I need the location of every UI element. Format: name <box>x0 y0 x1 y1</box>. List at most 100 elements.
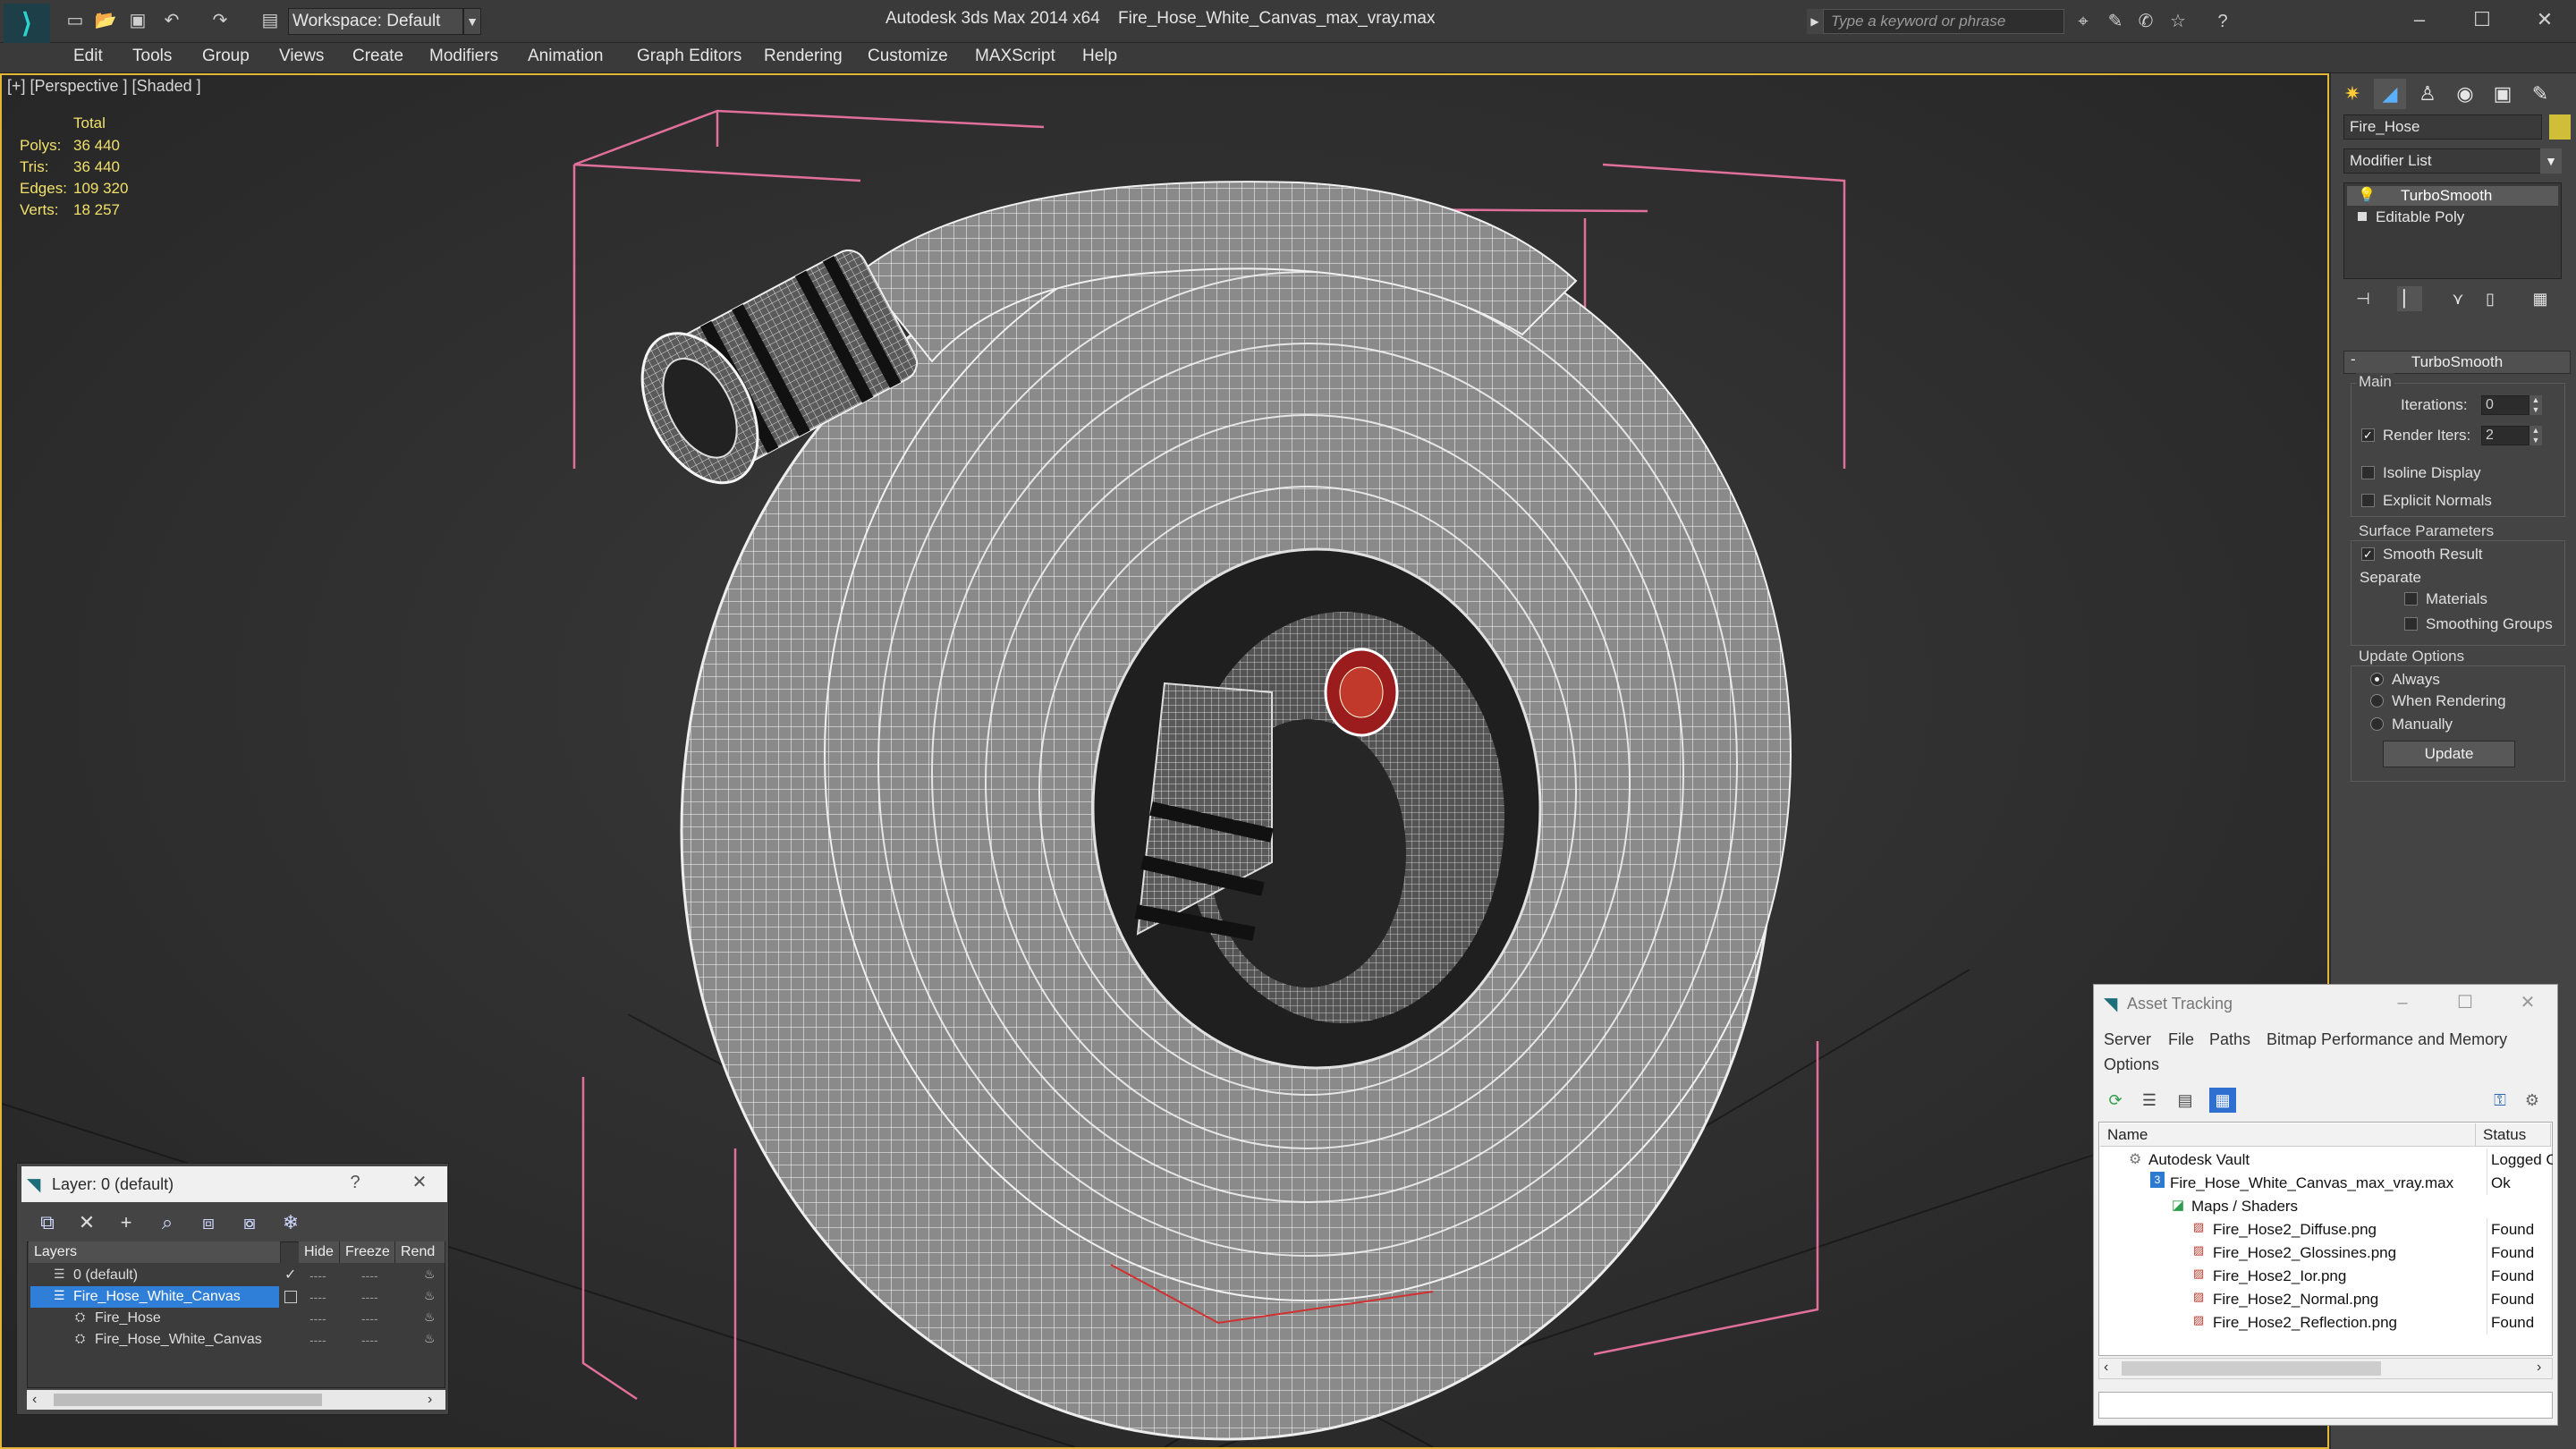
scrollbar-thumb[interactable] <box>2122 1361 2381 1376</box>
scroll-right-icon[interactable]: › <box>2537 1360 2541 1376</box>
help-icon[interactable]: ? <box>2209 9 2236 34</box>
asset-close-button[interactable]: ✕ <box>2510 989 2546 1016</box>
menu-customize[interactable]: Customize <box>868 47 948 66</box>
select-objects-icon[interactable]: ⌕ <box>152 1209 182 1236</box>
scrollbar-thumb[interactable] <box>54 1394 322 1406</box>
asset-name[interactable]: Fire_Hose2_Diffuse.png <box>2213 1218 2377 1241</box>
hierarchy-tab-icon[interactable]: ♙ <box>2411 79 2444 109</box>
freeze-toggle[interactable]: ---- <box>361 1290 378 1304</box>
column-header-hide[interactable]: Hide <box>299 1241 340 1263</box>
viewport-label[interactable]: [+] [Perspective ] [Shaded ] <box>7 77 201 96</box>
explicit-normals-checkbox[interactable] <box>2361 494 2375 507</box>
workspace-selector[interactable]: Workspace: Default <box>288 8 463 35</box>
freeze-toggle[interactable]: ---- <box>361 1311 378 1326</box>
render-teapot-icon[interactable]: ♨ <box>424 1267 436 1282</box>
save-file-icon[interactable]: ▣ <box>125 9 150 32</box>
freeze-all-icon[interactable]: ❄ <box>275 1209 306 1236</box>
new-file-icon[interactable]: ▭ <box>63 9 88 32</box>
redo-icon[interactable]: ↷ <box>208 9 233 32</box>
asset-menu-options[interactable]: Options <box>2104 1055 2159 1074</box>
column-header-status[interactable]: Status <box>2476 1123 2551 1147</box>
current-layer-box[interactable] <box>284 1291 297 1303</box>
scroll-right-icon[interactable]: › <box>428 1392 432 1408</box>
turbosmooth-rollout-header[interactable]: TurboSmooth <box>2343 351 2571 374</box>
layer-help-button[interactable]: ? <box>342 1172 369 1193</box>
menu-help[interactable]: Help <box>1082 47 1117 66</box>
maximize-button[interactable]: ☐ <box>2451 4 2513 36</box>
render-teapot-icon[interactable]: ♨ <box>424 1288 436 1303</box>
hide-all-icon[interactable]: ⧇ <box>234 1209 265 1236</box>
smoothing-groups-checkbox[interactable] <box>2404 617 2418 631</box>
menu-rendering[interactable]: Rendering <box>764 47 843 66</box>
collapse-icon[interactable]: - <box>2351 351 2356 369</box>
favorites-star-icon[interactable]: ☆ <box>2165 9 2191 34</box>
asset-name[interactable]: Fire_Hose2_Glossines.png <box>2213 1241 2396 1265</box>
asset-menu-paths[interactable]: Paths <box>2209 1030 2250 1049</box>
display-tab-icon[interactable]: ▣ <box>2487 79 2519 109</box>
freeze-toggle[interactable]: ---- <box>361 1333 378 1347</box>
asset-name[interactable]: Fire_Hose2_Normal.png <box>2213 1288 2378 1311</box>
isoline-checkbox[interactable] <box>2361 466 2375 479</box>
asset-name[interactable]: Maps / Shaders <box>2191 1195 2298 1218</box>
menu-create[interactable]: Create <box>352 47 403 66</box>
update-button[interactable]: Update <box>2383 741 2515 767</box>
minimize-button[interactable]: – <box>2388 4 2451 36</box>
render-teapot-icon[interactable]: ♨ <box>424 1331 436 1346</box>
search-input[interactable]: Type a keyword or phrase <box>1823 9 2064 34</box>
manually-radio[interactable] <box>2370 717 2384 731</box>
object-name-field[interactable]: Fire_Hose <box>2343 114 2542 140</box>
smooth-result-checkbox[interactable]: ✓ <box>2361 547 2375 561</box>
object-name[interactable]: Fire_Hose <box>95 1308 161 1329</box>
highlight-layer-icon[interactable]: ⧈ <box>193 1209 224 1236</box>
spinner-arrows-icon[interactable]: ▲ ▼ <box>2529 426 2542 445</box>
modifier-list-dropdown[interactable]: Modifier List <box>2343 148 2562 174</box>
chevron-down-icon[interactable]: ▼ <box>2540 148 2562 174</box>
asset-maximize-button[interactable]: ☐ <box>2447 989 2483 1016</box>
app-logo-icon[interactable]: ⟩ <box>4 4 50 43</box>
menu-views[interactable]: Views <box>279 47 324 66</box>
stack-item-editable-poly[interactable]: Editable Poly <box>2347 208 2558 227</box>
remove-modifier-icon[interactable]: ▯ <box>2478 286 2503 311</box>
scroll-left-icon[interactable]: ‹ <box>32 1392 37 1408</box>
list-view-icon[interactable]: ☰ <box>2136 1088 2163 1113</box>
always-radio[interactable] <box>2370 673 2384 686</box>
column-header-freeze[interactable]: Freeze <box>340 1241 395 1263</box>
when-rendering-radio[interactable] <box>2370 694 2384 708</box>
subscription-icon[interactable]: ✎ <box>2102 9 2129 34</box>
render-teapot-icon[interactable]: ♨ <box>424 1309 436 1325</box>
delete-layer-icon[interactable]: ✕ <box>72 1209 102 1236</box>
close-button[interactable]: ✕ <box>2513 4 2576 36</box>
object-name[interactable]: Fire_Hose_White_Canvas <box>95 1329 262 1351</box>
asset-name[interactable]: Fire_Hose2_Reflection.png <box>2213 1311 2397 1335</box>
menu-animation[interactable]: Animation <box>528 47 604 66</box>
binoculars-icon[interactable]: ⌖ <box>2070 9 2097 34</box>
communication-icon[interactable]: ✆ <box>2132 9 2159 34</box>
menu-maxscript[interactable]: MAXScript <box>975 47 1055 66</box>
freeze-toggle[interactable]: ---- <box>361 1268 378 1283</box>
menu-group[interactable]: Group <box>202 47 250 66</box>
scroll-left-icon[interactable]: ‹ <box>2104 1360 2108 1376</box>
column-header-name[interactable]: Name <box>2100 1123 2476 1147</box>
spinner-arrows-icon[interactable]: ▲ ▼ <box>2529 395 2542 415</box>
create-layer-icon[interactable]: ⧉ <box>32 1209 63 1236</box>
configure-sets-icon[interactable]: ▦ <box>2528 286 2553 311</box>
stack-item-turbosmooth[interactable]: TurboSmooth <box>2347 186 2558 206</box>
menu-tools[interactable]: Tools <box>132 47 172 66</box>
hide-toggle[interactable]: ---- <box>309 1333 326 1347</box>
utilities-tab-icon[interactable]: ✎ <box>2524 79 2556 109</box>
asset-name[interactable]: Fire_Hose_White_Canvas_max_vray.max <box>2170 1172 2453 1195</box>
create-tab-icon[interactable]: ✷ <box>2336 79 2368 109</box>
add-to-layer-icon[interactable]: + <box>111 1209 141 1236</box>
menu-edit[interactable]: Edit <box>73 47 103 66</box>
object-color-swatch[interactable] <box>2549 114 2571 140</box>
layer-name[interactable]: 0 (default) <box>73 1265 138 1286</box>
vault-help-icon[interactable]: ⚿ <box>2487 1088 2513 1113</box>
asset-menu-file[interactable]: File <box>2168 1030 2194 1049</box>
vault-settings-icon[interactable]: ⚙ <box>2519 1088 2546 1113</box>
render-iters-checkbox[interactable]: ✓ <box>2361 428 2375 442</box>
chevron-down-icon[interactable]: ▼ <box>463 8 481 35</box>
current-layer-check-icon[interactable]: ✓ <box>284 1265 296 1286</box>
menu-graph-editors[interactable]: Graph Editors <box>637 47 741 66</box>
asset-menu-bitmap-performance[interactable]: Bitmap Performance and Memory <box>2267 1030 2507 1049</box>
search-expand-icon[interactable]: ▶ <box>1807 9 1823 34</box>
